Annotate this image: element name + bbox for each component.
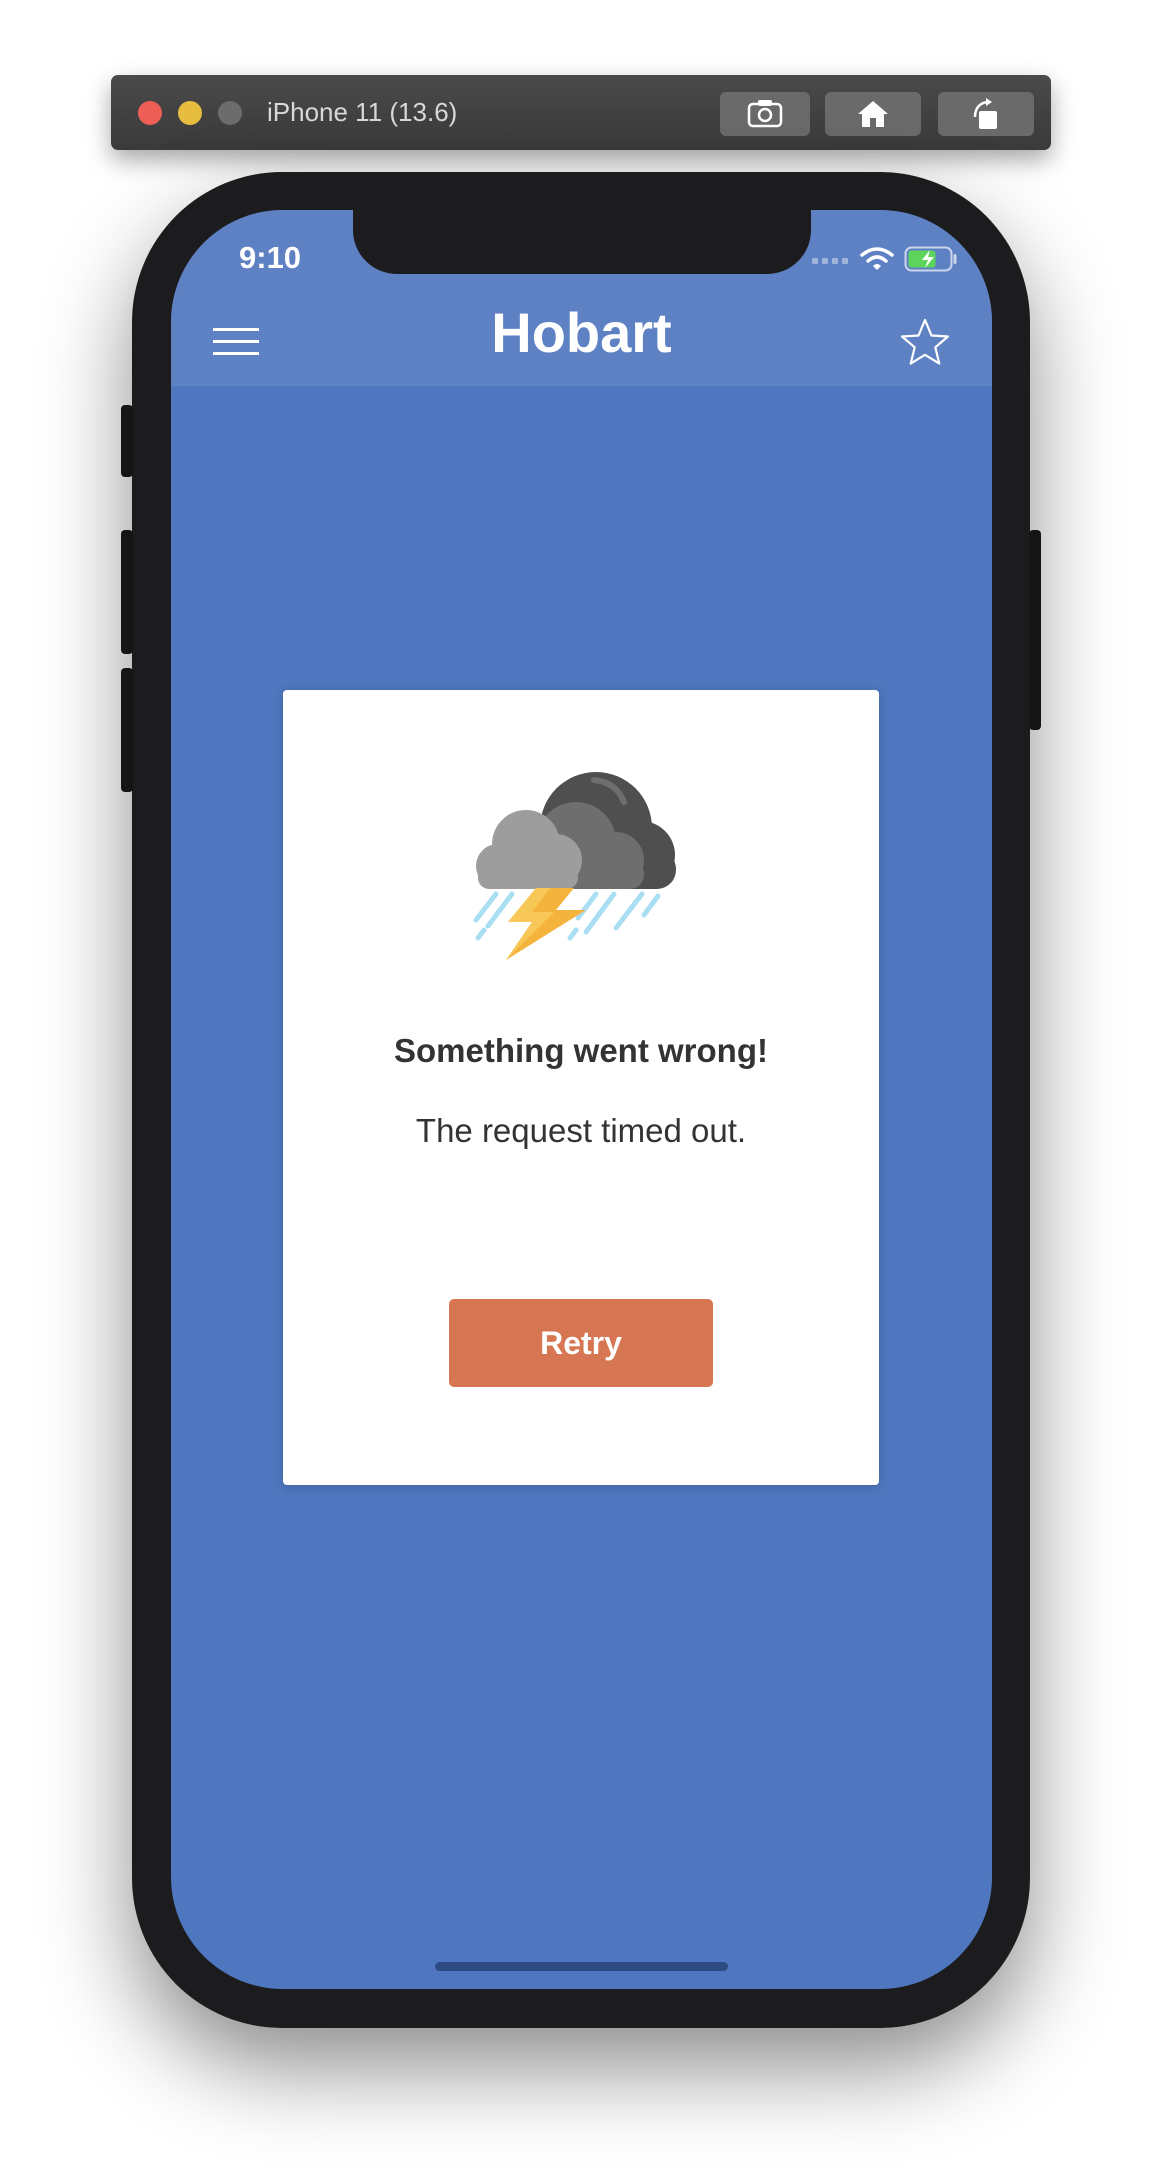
home-icon bbox=[858, 101, 888, 127]
retry-button[interactable]: Retry bbox=[449, 1299, 713, 1387]
screenshot-icon bbox=[747, 100, 783, 128]
screenshot-button[interactable] bbox=[720, 92, 810, 136]
battery-charging-icon bbox=[904, 246, 957, 272]
power-button[interactable] bbox=[1029, 530, 1041, 730]
simulator-toolbar: iPhone 11 (13.6) bbox=[111, 75, 1051, 150]
zoom-window-button[interactable] bbox=[218, 101, 242, 125]
status-icons bbox=[812, 246, 958, 272]
rotate-icon bbox=[973, 98, 997, 129]
error-title: Something went wrong! bbox=[394, 1032, 768, 1069]
close-window-button[interactable] bbox=[138, 101, 162, 125]
rotate-button[interactable] bbox=[938, 92, 1034, 136]
thunderstorm-icon bbox=[473, 772, 676, 960]
error-card: Something went wrong! The request timed … bbox=[283, 690, 879, 1485]
device-notch bbox=[353, 210, 811, 274]
silent-switch[interactable] bbox=[121, 405, 133, 477]
city-title: Hobart bbox=[491, 301, 672, 364]
volume-down-button[interactable] bbox=[121, 668, 133, 792]
status-time: 9:10 bbox=[239, 240, 302, 275]
home-button[interactable] bbox=[825, 92, 921, 136]
volume-up-button[interactable] bbox=[121, 530, 133, 654]
signal-icon bbox=[812, 258, 848, 264]
desktop-background: iPhone 11 (13.6) 9:10 Hobart Something w… bbox=[0, 0, 1162, 2178]
home-indicator[interactable] bbox=[435, 1962, 728, 1971]
simulator-device-title: iPhone 11 (13.6) bbox=[267, 97, 458, 127]
wifi-icon bbox=[860, 247, 894, 270]
star-outline-icon[interactable] bbox=[899, 317, 951, 369]
error-message: The request timed out. bbox=[415, 1112, 747, 1149]
app-screen: 9:10 Hobart Something went wrong! The re… bbox=[171, 210, 992, 1989]
minimize-window-button[interactable] bbox=[178, 101, 202, 125]
